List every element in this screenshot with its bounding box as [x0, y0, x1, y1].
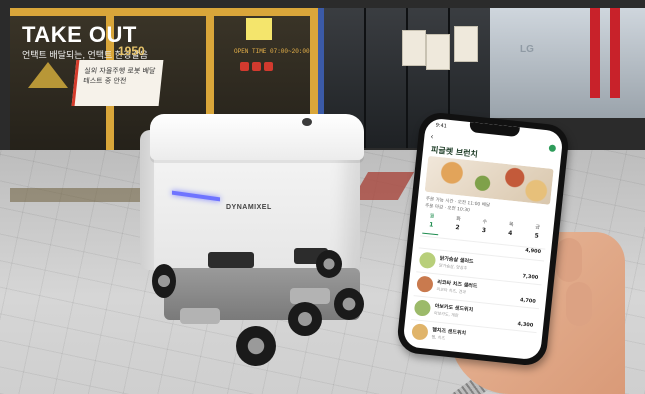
day-number: 1: [428, 221, 434, 229]
day-label: 월: [429, 213, 435, 220]
glass-frame: [406, 8, 408, 148]
food-tray: [28, 62, 68, 88]
robot-vent: [208, 252, 254, 268]
wheel: [316, 250, 342, 278]
day-number: 3: [481, 226, 487, 235]
menu-desc: 햄, 치즈: [431, 334, 446, 341]
wheel: [236, 326, 276, 366]
robot-light-strip: [172, 190, 220, 202]
finger: [556, 238, 582, 282]
photo-frame: TAKE OUT 언택트 배달되는, 언택트 한경갈음 1950 실외 자율주행…: [0, 0, 645, 394]
day-number: 4: [507, 229, 513, 238]
back-arrow-icon[interactable]: ‹: [430, 132, 434, 141]
day-tab[interactable]: 월1: [422, 211, 441, 236]
menu-price: 4,900: [524, 247, 542, 256]
day-label: 금: [534, 224, 541, 231]
robot-lid: [150, 114, 364, 160]
store-number: 1950: [118, 44, 145, 58]
wheel: [334, 288, 364, 320]
menu-thumb: [416, 275, 434, 293]
red-column: [590, 8, 600, 98]
menu-price: 7,300: [522, 273, 539, 281]
menu-thumb: [418, 251, 437, 270]
day-label: 수: [482, 218, 488, 226]
pay-icon: [252, 62, 261, 71]
open-hours: OPEN TIME 07:00~20:00: [234, 48, 310, 55]
phone-screen: 9:41 ‹ 피글렛 브런치 주문 가능 시간 · 오전 11:00 배달 주문…: [402, 117, 564, 361]
card-icon: [240, 62, 249, 71]
favorite-icon[interactable]: [548, 144, 557, 153]
status-time: 9:41: [435, 122, 448, 130]
day-tab[interactable]: 목4: [501, 220, 519, 244]
poster: [402, 30, 426, 66]
day-number: 5: [534, 232, 540, 240]
poster: [426, 34, 450, 70]
day-label: 목: [508, 221, 514, 229]
day-tab[interactable]: 화2: [449, 215, 467, 239]
day-tab[interactable]: 수3: [475, 217, 493, 241]
day-number: 2: [455, 224, 460, 232]
wheel: [288, 302, 322, 336]
robot-brand-label: DYNAMIXEL: [226, 204, 272, 211]
red-column: [610, 8, 620, 98]
menu-thumb: [411, 323, 429, 341]
promo-text: 실외 자율주행 로봇 배달 테스트 중 안전: [82, 67, 156, 85]
day-label: 화: [455, 216, 462, 223]
wheel: [152, 264, 176, 298]
suspension-arm: [290, 288, 330, 304]
promo-banner: 실외 자율주행 로봇 배달 테스트 중 안전: [71, 60, 164, 106]
payment-icons: [240, 62, 273, 71]
poster: [454, 26, 478, 62]
menu-price: 4,700: [519, 297, 537, 305]
window-beam: [10, 8, 310, 16]
phone-notch: [469, 122, 520, 138]
lid-knob: [302, 118, 312, 126]
day-tab[interactable]: 금5: [528, 223, 546, 247]
suspension-arm: [180, 308, 220, 324]
wifi-icon: [264, 62, 273, 71]
delivery-robot: DYNAMIXEL: [140, 112, 380, 382]
menu-thumb: [413, 299, 432, 317]
neighbor-sign: LG: [520, 44, 534, 55]
neighbor-store: [490, 8, 645, 118]
smartphone: 9:41 ‹ 피글렛 브런치 주문 가능 시간 · 오전 11:00 배달 주문…: [395, 110, 571, 368]
sticky-note: [246, 18, 272, 40]
menu-desc: 아보카도, 계란: [433, 310, 459, 318]
finger: [566, 282, 592, 326]
menu-price: 4,300: [517, 321, 534, 329]
